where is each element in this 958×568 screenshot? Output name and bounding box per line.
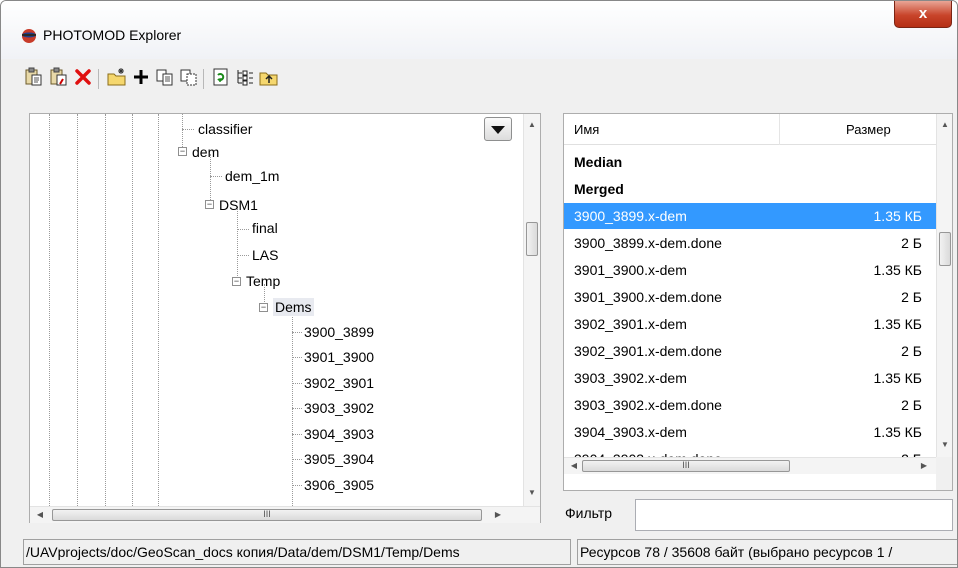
- photomod-logo-icon: [22, 29, 36, 43]
- paste-special-icon[interactable]: [48, 67, 68, 87]
- tree-guide-line: [182, 114, 183, 147]
- tree-guide-line: [105, 114, 106, 506]
- tree-collapse-toggle[interactable]: −: [259, 303, 268, 312]
- tree-branch-line: [292, 459, 302, 460]
- tree-guide-line: [237, 207, 238, 282]
- tree-node-final[interactable]: final: [252, 219, 278, 237]
- scroll-down-arrow-icon[interactable]: ▼: [937, 440, 952, 449]
- tree-collapse-toggle[interactable]: −: [178, 147, 187, 156]
- tree-node-3905-3904[interactable]: 3905_3904: [304, 450, 374, 468]
- scroll-right-arrow-icon[interactable]: ▶: [490, 510, 506, 519]
- list-item[interactable]: 3903_3902.x-dem.done 2 Б: [564, 392, 936, 418]
- column-divider[interactable]: [779, 114, 780, 145]
- tree-node-dem[interactable]: dem: [192, 143, 219, 161]
- scrollbar-corner: [936, 457, 952, 490]
- tree-node-3903-3902[interactable]: 3903_3902: [304, 399, 374, 417]
- tree-node-dem-1m[interactable]: dem_1m: [225, 167, 279, 185]
- scroll-up-arrow-icon[interactable]: ▲: [524, 120, 540, 129]
- tree-branch-line: [292, 332, 302, 333]
- title-bar: PHOTOMOD Explorer x: [1, 1, 957, 59]
- tree-node-dems[interactable]: Dems: [273, 298, 314, 316]
- delete-icon[interactable]: [73, 67, 93, 87]
- file-list-vertical-scrollbar[interactable]: ▲ ▼: [936, 114, 952, 457]
- add-icon[interactable]: [131, 67, 151, 87]
- refresh-icon[interactable]: [211, 67, 231, 87]
- tree-node-classifier[interactable]: classifier: [198, 120, 252, 138]
- file-list-header: Имя Размер: [564, 114, 936, 145]
- toolbar-separator: [203, 69, 204, 89]
- folder-up-icon[interactable]: [259, 67, 279, 87]
- copy-icon[interactable]: [155, 67, 175, 87]
- column-header-name[interactable]: Имя: [574, 122, 599, 137]
- window-title: PHOTOMOD Explorer: [43, 27, 182, 43]
- column-header-size[interactable]: Размер: [846, 122, 891, 137]
- tree-branch-line: [210, 176, 222, 177]
- tree-branch-line: [292, 357, 302, 358]
- list-item[interactable]: 3901_3900.x-dem.done 2 Б: [564, 284, 936, 310]
- list-item[interactable]: Merged: [564, 176, 936, 202]
- list-item[interactable]: 3903_3902.x-dem 1.35 КБ: [564, 365, 936, 391]
- tree-guide-line: [158, 114, 159, 506]
- tree-collapse-toggle[interactable]: −: [205, 200, 214, 209]
- list-item-selected[interactable]: 3900_3899.x-dem 1.35 КБ: [564, 203, 936, 229]
- tree-branch-line: [292, 408, 302, 409]
- list-item[interactable]: 3900_3899.x-dem.done 2 Б: [564, 230, 936, 256]
- status-resources: Ресурсов 78 / 35608 байт (выбрано ресурс…: [577, 539, 957, 565]
- scroll-up-arrow-icon[interactable]: ▲: [937, 120, 952, 129]
- tree-node-3900-3899[interactable]: 3900_3899: [304, 323, 374, 341]
- list-item[interactable]: 3902_3901.x-dem.done 2 Б: [564, 338, 936, 364]
- list-item[interactable]: 3904_3903.x-dem 1.35 КБ: [564, 419, 936, 445]
- list-item[interactable]: 3902_3901.x-dem 1.35 КБ: [564, 311, 936, 337]
- list-item[interactable]: 3901_3900.x-dem 1.35 КБ: [564, 257, 936, 283]
- chevron-down-icon: [491, 126, 505, 134]
- filter-input[interactable]: [635, 499, 953, 531]
- folder-tree[interactable]: − − − − classifier dem dem_1m DSM1 final…: [29, 113, 541, 523]
- tree-branch-line: [182, 129, 194, 130]
- close-button[interactable]: x: [894, 1, 952, 28]
- scroll-left-arrow-icon[interactable]: ◀: [566, 461, 582, 470]
- filter-label: Фильтр: [565, 505, 613, 521]
- tree-guide-line: [49, 114, 50, 506]
- tree-view-icon[interactable]: [235, 67, 255, 87]
- list-item[interactable]: Median: [564, 149, 936, 175]
- copy-to-icon[interactable]: [179, 67, 199, 87]
- status-path: /UAVprojects/doc/GeoScan_docs копия/Data…: [23, 539, 571, 565]
- scroll-right-arrow-icon[interactable]: ▶: [916, 461, 932, 470]
- tree-node-las[interactable]: LAS: [252, 246, 278, 264]
- tree-horizontal-scrollbar[interactable]: ◀ III ▶: [30, 506, 540, 523]
- tree-branch-line: [292, 485, 302, 486]
- scroll-left-arrow-icon[interactable]: ◀: [32, 510, 48, 519]
- tree-node-dsm1[interactable]: DSM1: [219, 196, 258, 214]
- toolbar-separator: [98, 69, 99, 89]
- tree-vertical-scrollbar[interactable]: ▲ ▼: [523, 114, 540, 506]
- scroll-down-arrow-icon[interactable]: ▼: [524, 488, 540, 497]
- file-list-horizontal-scrollbar[interactable]: ◀ III ▶: [564, 457, 936, 474]
- new-folder-icon[interactable]: [107, 67, 127, 87]
- tree-vertical-scroll-thumb[interactable]: [526, 222, 538, 256]
- tree-node-3901-3900[interactable]: 3901_3900: [304, 348, 374, 366]
- tree-guide-line: [210, 154, 211, 204]
- tree-collapse-toggle[interactable]: −: [232, 277, 241, 286]
- paste-icon[interactable]: [23, 67, 43, 87]
- tree-node-3902-3901[interactable]: 3902_3901: [304, 374, 374, 392]
- tree-branch-line: [292, 434, 302, 435]
- tree-branch-line: [237, 255, 249, 256]
- toolbar: [23, 65, 423, 93]
- tree-node-temp[interactable]: Temp: [246, 272, 280, 290]
- explorer-window: PHOTOMOD Explorer x − − − − classifier d…: [0, 0, 958, 568]
- tree-branch-line: [292, 383, 302, 384]
- tree-guide-line: [132, 114, 133, 506]
- tree-guide-line: [77, 114, 78, 506]
- tree-dropdown-button[interactable]: [484, 117, 512, 141]
- tree-node-3904-3903[interactable]: 3904_3903: [304, 425, 374, 443]
- tree-branch-line: [237, 229, 249, 230]
- file-list[interactable]: Имя Размер Median Merged 3900_3899.x-dem…: [563, 113, 953, 491]
- tree-horizontal-scroll-thumb[interactable]: III: [52, 509, 482, 521]
- file-list-horizontal-scroll-thumb[interactable]: III: [582, 460, 790, 472]
- close-icon: x: [918, 5, 928, 22]
- status-bar: /UAVprojects/doc/GeoScan_docs копия/Data…: [23, 539, 957, 565]
- file-list-vertical-scroll-thumb[interactable]: [939, 232, 951, 266]
- tree-node-3906-3905[interactable]: 3906_3905: [304, 476, 374, 494]
